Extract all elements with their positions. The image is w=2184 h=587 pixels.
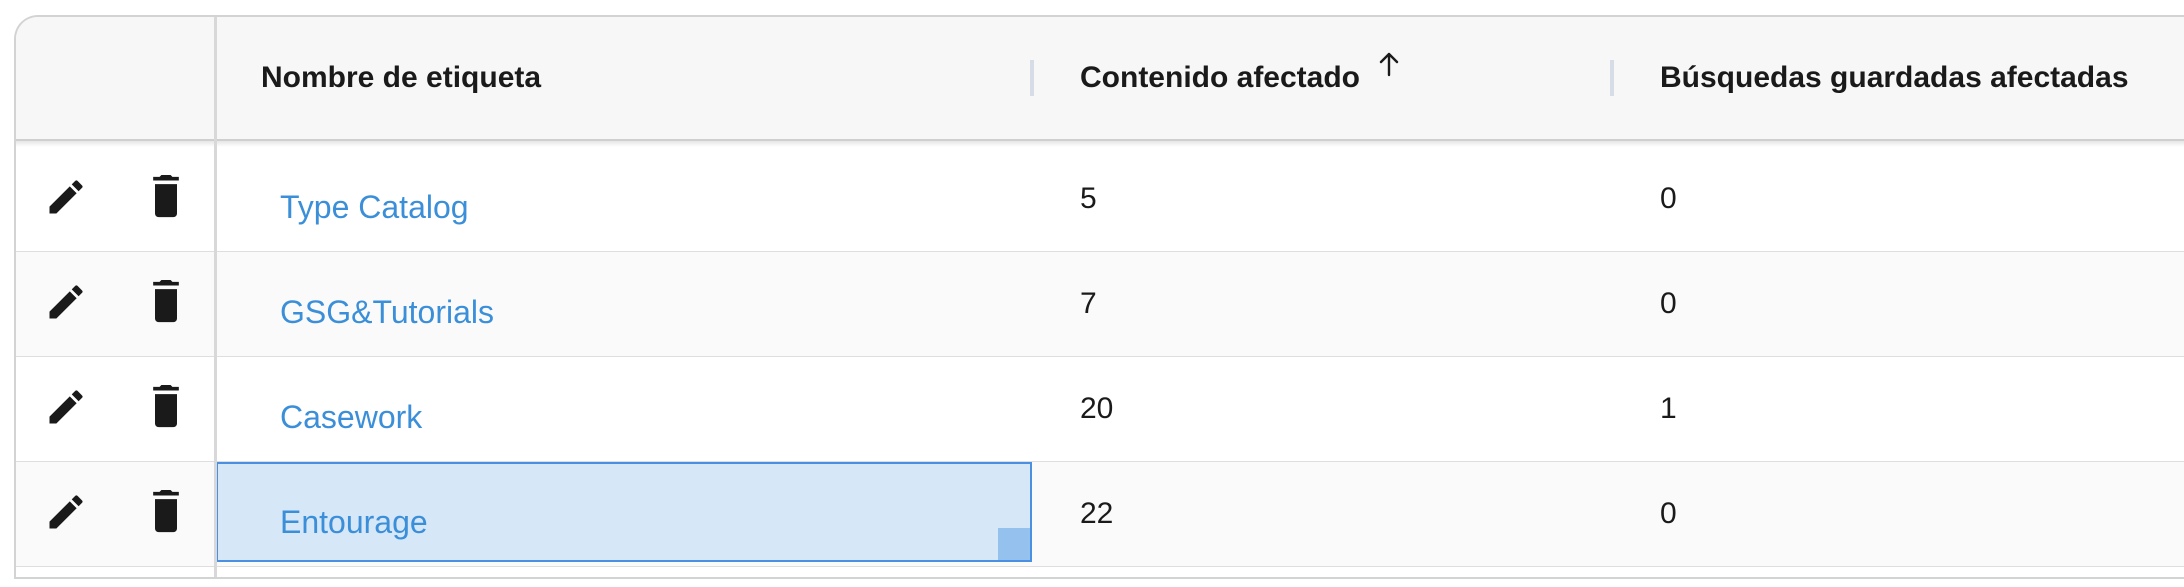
- tag-name-link[interactable]: Entourage: [280, 504, 428, 541]
- column-header-content-label: Contenido afectado: [1080, 61, 1361, 94]
- pencil-icon: [44, 385, 88, 434]
- edit-button[interactable]: [42, 175, 90, 223]
- column-header-saved-searches[interactable]: Búsquedas guardadas afectadas: [1660, 17, 2129, 139]
- tag-name-link[interactable]: GSG&Tutorials: [280, 294, 494, 331]
- content-count-cell: 7: [1080, 287, 1097, 320]
- edit-button[interactable]: [42, 490, 90, 538]
- pencil-icon: [44, 280, 88, 329]
- tag-name-cell[interactable]: Casework: [280, 365, 422, 469]
- delete-button[interactable]: [142, 278, 190, 331]
- pencil-icon: [44, 175, 88, 224]
- tag-name-link[interactable]: Casework: [280, 399, 422, 436]
- column-header-name-label: Nombre de etiqueta: [261, 61, 542, 94]
- delete-button[interactable]: [142, 488, 190, 541]
- content-count-cell: 20: [1080, 392, 1114, 425]
- delete-button[interactable]: [142, 173, 190, 226]
- table-header: Nombre de etiqueta Contenido afectado Bú…: [16, 17, 2184, 141]
- column-header-name[interactable]: Nombre de etiqueta: [261, 17, 541, 139]
- fill-handle[interactable]: [998, 528, 1030, 560]
- edit-button[interactable]: [42, 280, 90, 328]
- trash-icon: [144, 173, 188, 226]
- saved-searches-count-cell: 1: [1660, 392, 1677, 425]
- tags-table: Nombre de etiqueta Contenido afectado Bú…: [14, 15, 2184, 579]
- column-header-saved-searches-label: Búsquedas guardadas afectadas: [1660, 61, 2129, 94]
- saved-searches-count-cell: 0: [1660, 497, 1677, 530]
- tag-name-cell[interactable]: Entourage: [280, 470, 428, 574]
- delete-button[interactable]: [142, 383, 190, 436]
- trash-icon: [144, 383, 188, 436]
- column-resize-handle[interactable]: [1030, 60, 1034, 96]
- trash-icon: [144, 278, 188, 331]
- arrow-up-icon[interactable]: [1378, 51, 1400, 85]
- trash-icon: [144, 488, 188, 541]
- table-row[interactable]: Casework 20 1: [16, 357, 2184, 462]
- pencil-icon: [44, 490, 88, 539]
- tag-name-link[interactable]: Type Catalog: [280, 189, 469, 226]
- edit-button[interactable]: [42, 385, 90, 433]
- table-row[interactable]: Type Catalog 5 0: [16, 147, 2184, 252]
- table-row-selected[interactable]: Entourage 22 0: [16, 462, 2184, 567]
- content-count-cell: 5: [1080, 182, 1097, 215]
- column-resize-handle[interactable]: [1610, 60, 1614, 96]
- tag-name-cell[interactable]: GSG&Tutorials: [280, 260, 494, 364]
- tag-name-cell[interactable]: Type Catalog: [280, 155, 469, 259]
- content-count-cell: 22: [1080, 497, 1114, 530]
- saved-searches-count-cell: 0: [1660, 287, 1677, 320]
- pinned-column-divider: [214, 17, 217, 577]
- table-row[interactable]: GSG&Tutorials 7 0: [16, 252, 2184, 357]
- saved-searches-count-cell: 0: [1660, 182, 1677, 215]
- column-header-content[interactable]: Contenido afectado: [1080, 17, 1400, 139]
